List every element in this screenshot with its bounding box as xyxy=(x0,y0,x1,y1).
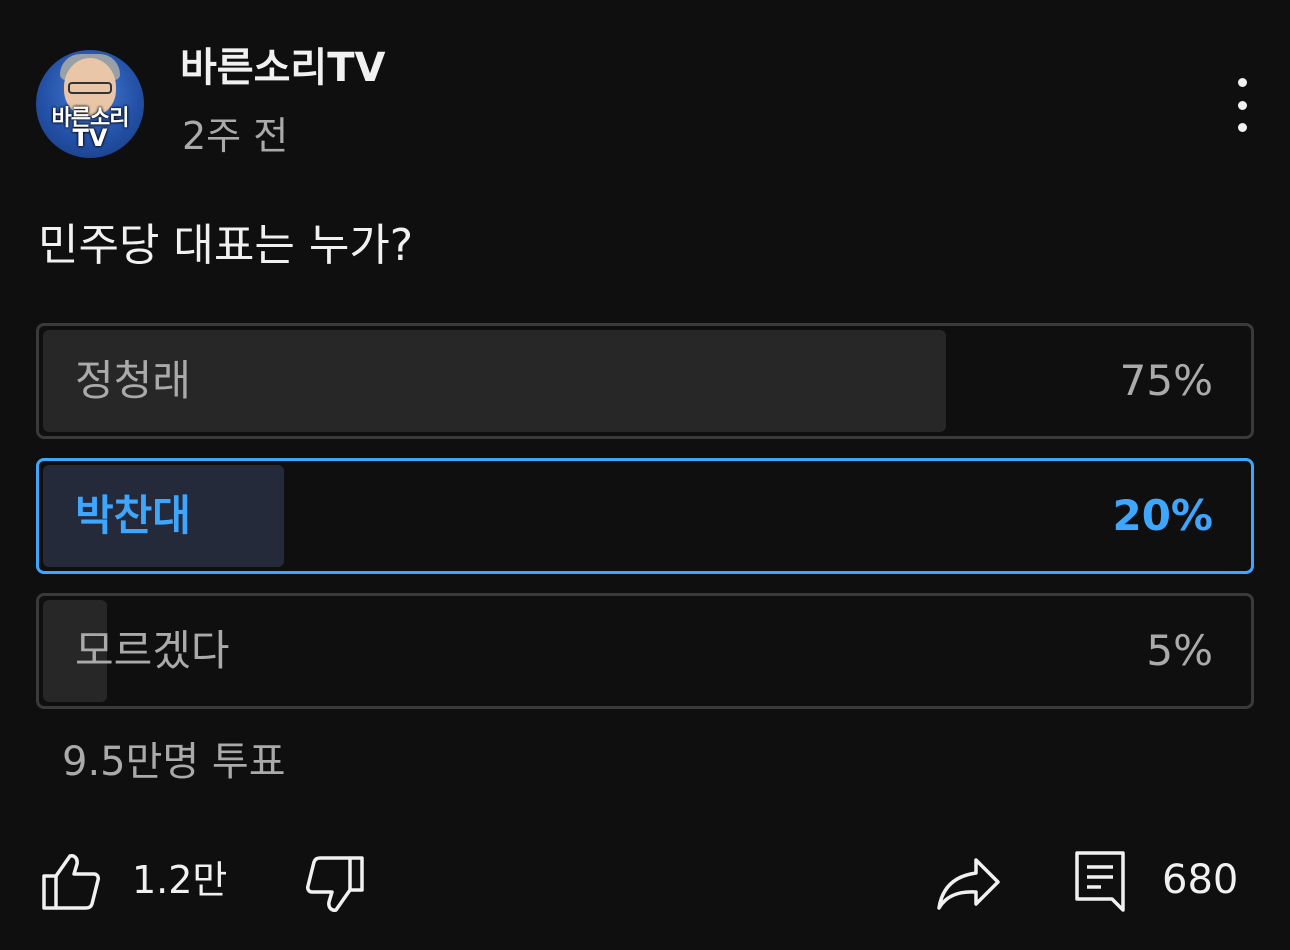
poll-option-1-percent: 75% xyxy=(1119,356,1213,405)
poll-option-2-label: 박찬대 xyxy=(75,491,191,540)
avatar-glasses xyxy=(68,82,112,94)
poll-option-3-percent: 5% xyxy=(1146,626,1213,675)
poll-option-2[interactable]: 박찬대 20% xyxy=(36,458,1254,574)
poll-option-1-label: 정청래 xyxy=(75,356,191,405)
poll-option-3[interactable]: 모르겠다 5% xyxy=(36,593,1254,709)
channel-avatar[interactable]: 바른소리 TV xyxy=(36,50,144,158)
comment-count: 680 xyxy=(1162,857,1239,903)
comment-button[interactable] xyxy=(1074,850,1130,918)
channel-name[interactable]: 바른소리TV xyxy=(180,44,385,92)
action-bar: 1.2만 680 xyxy=(0,840,1290,920)
dislike-button[interactable] xyxy=(304,854,366,920)
like-button[interactable] xyxy=(40,850,102,916)
comment-icon xyxy=(1075,851,1125,912)
share-icon xyxy=(937,858,1000,910)
thumbs-up-icon xyxy=(42,854,100,910)
share-button[interactable] xyxy=(936,854,1002,916)
like-count: 1.2만 xyxy=(132,858,228,902)
avatar-logo-text-tv: TV xyxy=(72,124,108,152)
poll-question: 민주당 대표는 누가? xyxy=(38,220,414,271)
poll-option-2-percent: 20% xyxy=(1112,491,1213,540)
poll-option-1[interactable]: 정청래 75% xyxy=(36,323,1254,439)
more-options-button[interactable] xyxy=(1222,78,1262,132)
poll-option-3-label: 모르겠다 xyxy=(75,626,230,675)
post-timestamp: 2주 전 xyxy=(182,114,289,158)
more-vertical-icon xyxy=(1237,78,1247,87)
thumbs-down-icon xyxy=(306,856,364,912)
poll-vote-count: 9.5만명 투표 xyxy=(62,739,286,785)
